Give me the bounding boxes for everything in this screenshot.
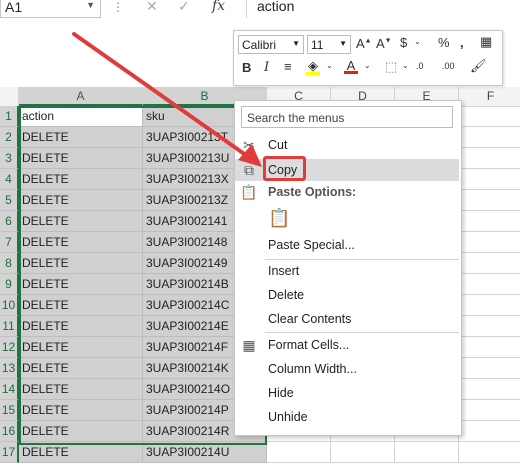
cell-d[interactable] <box>331 442 395 463</box>
cell-e[interactable] <box>395 442 459 463</box>
cell-c[interactable] <box>267 442 331 463</box>
annotation-arrow-icon <box>72 32 262 167</box>
cell-b[interactable]: 3UAP3I00214U <box>143 442 267 463</box>
row-header[interactable]: 17 <box>0 442 19 463</box>
cell-f[interactable] <box>459 442 520 463</box>
cell-a[interactable]: DELETE <box>19 442 143 463</box>
